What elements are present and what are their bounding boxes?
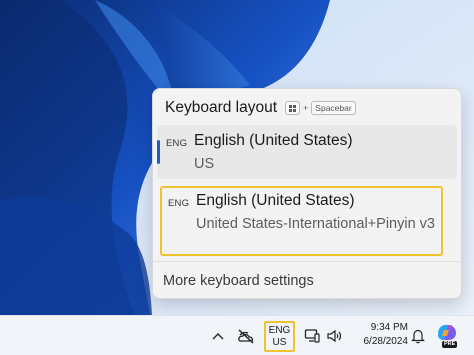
- input-language-indicator[interactable]: ENG US: [264, 321, 295, 352]
- layout-subtitle: United States-International+Pinyin v3: [196, 216, 435, 232]
- layout-badge: ENG: [168, 198, 190, 209]
- chevron-up-icon[interactable]: [210, 326, 226, 346]
- layout-name: English (United States): [196, 192, 355, 209]
- taskbar: ENG US 9:34 PM 6/28/2024 PRE: [0, 315, 474, 355]
- flyout-header: Keyboard layout + Spacebar: [165, 97, 356, 119]
- layout-subtitle: US: [194, 156, 215, 172]
- flyout-divider: [153, 261, 461, 262]
- windows-logo-icon: [285, 101, 301, 115]
- copilot-icon[interactable]: PRE: [434, 322, 462, 350]
- keyboard-layout-flyout: Keyboard layout + Spacebar ENG English (…: [152, 88, 462, 299]
- lang-indicator-bottom: US: [272, 336, 287, 348]
- system-clock[interactable]: 9:34 PM 6/28/2024: [350, 321, 409, 349]
- layout-badge: ENG: [166, 138, 188, 149]
- shortcut-plus: +: [303, 103, 309, 113]
- copilot-preview-badge: PRE: [442, 341, 458, 348]
- layout-option-international-pinyin[interactable]: ENG English (United States) United State…: [160, 186, 443, 256]
- spacebar-key: Spacebar: [311, 101, 356, 115]
- notification-bell-icon[interactable]: [411, 326, 425, 346]
- layout-option-us[interactable]: ENG English (United States) US: [157, 125, 457, 179]
- flyout-title: Keyboard layout: [165, 99, 278, 116]
- clock-time: 9:34 PM: [370, 322, 408, 333]
- volume-icon[interactable]: [325, 326, 343, 346]
- layout-name: English (United States): [194, 132, 353, 149]
- clock-date: 6/28/2024: [363, 336, 409, 347]
- network-disconnected-icon[interactable]: [236, 326, 256, 346]
- selected-indicator: [157, 140, 160, 164]
- lang-indicator-top: ENG: [268, 324, 291, 336]
- more-keyboard-settings-link[interactable]: More keyboard settings: [163, 273, 314, 289]
- display-icon[interactable]: [303, 326, 321, 346]
- shortcut-hint: + Spacebar: [285, 101, 356, 115]
